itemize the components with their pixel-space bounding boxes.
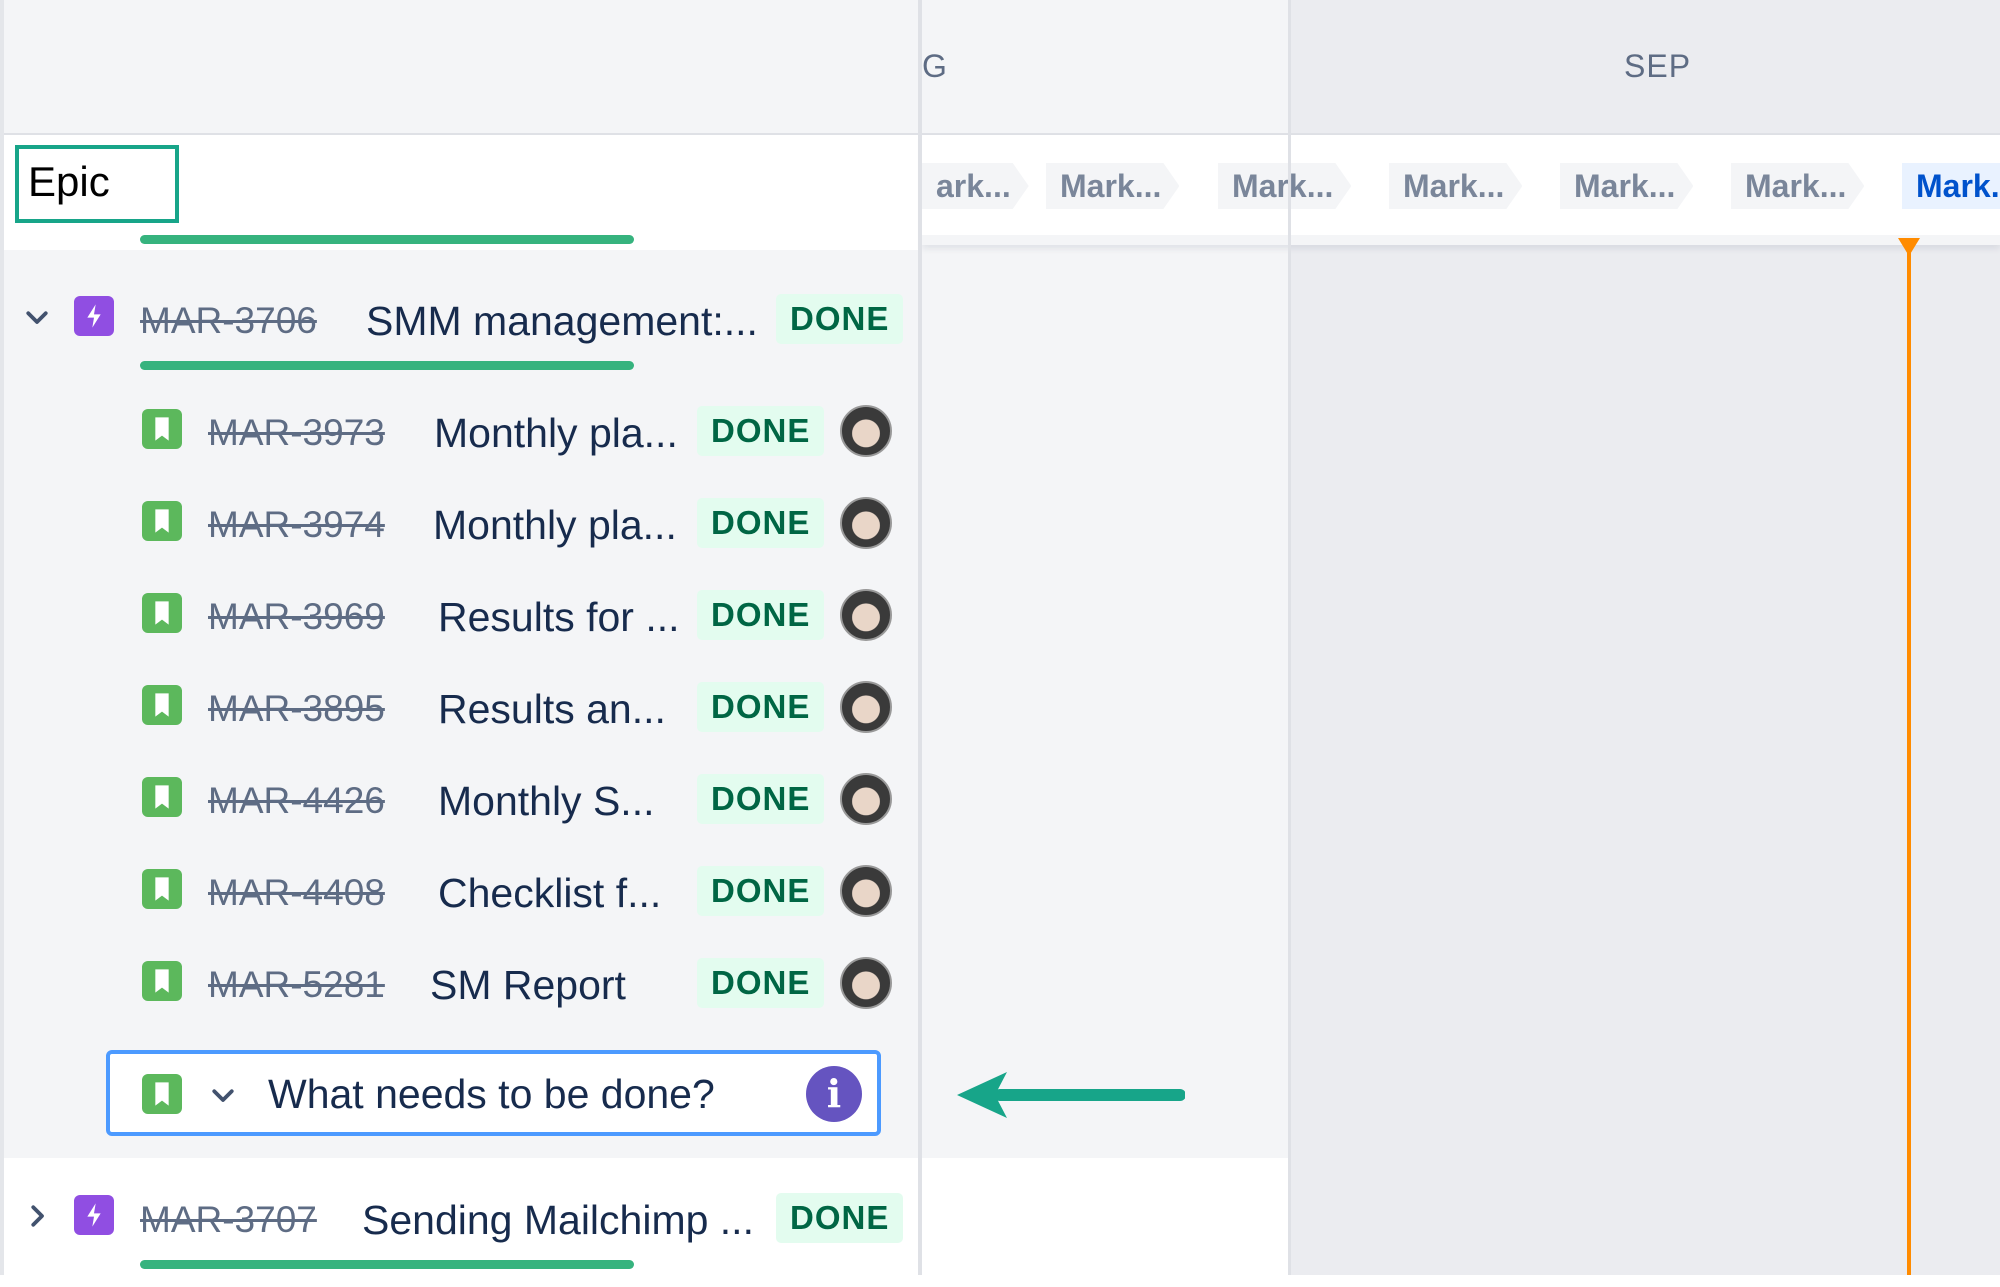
story-icon <box>142 869 182 909</box>
issue-title[interactable]: SMM management:... <box>366 298 766 345</box>
epic-row-mar-3706[interactable]: MAR-3706 SMM management:... DONE <box>0 278 918 388</box>
story-icon[interactable] <box>142 1074 182 1114</box>
status-badge[interactable]: DONE <box>697 406 825 456</box>
status-badge[interactable]: DONE <box>697 774 825 824</box>
chevron-right-icon[interactable] <box>22 1201 52 1231</box>
release-marker[interactable]: Mark... <box>1731 163 1864 209</box>
month-header-aug: G <box>922 0 1288 135</box>
list-header <box>0 0 918 135</box>
issue-key[interactable]: MAR-4408 <box>208 872 385 914</box>
release-marker[interactable]: ark... <box>922 163 1029 209</box>
issue-row-mar-4426[interactable]: MAR-4426 Monthly S... DONE <box>0 753 918 845</box>
status-badge[interactable]: DONE <box>776 1193 904 1243</box>
issue-title[interactable]: Results an... <box>438 686 690 733</box>
timeline-column-sep <box>1291 245 2000 1275</box>
issue-key[interactable]: MAR-3974 <box>208 504 385 546</box>
annotation-arrow-icon <box>957 1072 1185 1118</box>
panel-divider[interactable] <box>918 0 922 1275</box>
avatar[interactable] <box>840 865 892 917</box>
story-icon <box>142 501 182 541</box>
left-edge <box>0 0 4 1275</box>
issue-title[interactable]: Monthly pla... <box>434 410 690 457</box>
status-badge[interactable]: DONE <box>697 866 825 916</box>
epic-icon <box>74 296 114 336</box>
issue-row-mar-3974[interactable]: MAR-3974 Monthly pla... DONE <box>0 477 918 569</box>
month-label: G <box>922 48 948 84</box>
month-header-sep: SEP <box>1290 0 2000 135</box>
issue-key[interactable]: MAR-3969 <box>208 596 385 638</box>
story-icon <box>142 409 182 449</box>
avatar[interactable] <box>840 589 892 641</box>
avatar[interactable] <box>840 957 892 1009</box>
story-icon <box>142 777 182 817</box>
timeline-column-aug-lower <box>922 1158 1288 1275</box>
status-badge[interactable]: DONE <box>697 590 825 640</box>
release-marker[interactable]: Mark... <box>1560 163 1693 209</box>
issue-key[interactable]: MAR-3895 <box>208 688 385 730</box>
story-icon <box>142 593 182 633</box>
timeline-column-aug <box>922 245 1288 1158</box>
release-marker[interactable]: Mark... <box>1218 163 1351 209</box>
avatar[interactable] <box>840 497 892 549</box>
create-issue-field[interactable]: i <box>106 1050 881 1136</box>
issue-key[interactable]: MAR-5281 <box>208 964 385 1006</box>
epic-progress-bar-partial <box>140 235 634 244</box>
status-badge[interactable]: DONE <box>697 958 825 1008</box>
epic-icon <box>74 1195 114 1235</box>
info-icon[interactable]: i <box>806 1066 862 1122</box>
month-divider <box>1288 0 1291 1275</box>
avatar[interactable] <box>840 681 892 733</box>
issue-row-mar-3895[interactable]: MAR-3895 Results an... DONE <box>0 661 918 753</box>
issue-row-mar-3973[interactable]: MAR-3973 Monthly pla... DONE <box>0 385 918 477</box>
avatar[interactable] <box>840 773 892 825</box>
status-badge[interactable]: DONE <box>697 498 825 548</box>
issue-row-mar-4408[interactable]: MAR-4408 Checklist f... DONE <box>0 845 918 937</box>
issue-title[interactable]: Results for ... <box>438 594 690 641</box>
issue-title[interactable]: SM Report <box>430 962 690 1009</box>
epic-row-mar-3707[interactable]: MAR-3707 Sending Mailchimp ... DONE <box>0 1177 918 1287</box>
issue-title[interactable]: Checklist f... <box>438 870 690 917</box>
issue-title[interactable]: Monthly pla... <box>433 502 689 549</box>
story-icon <box>142 685 182 725</box>
issue-title[interactable]: Sending Mailchimp ... <box>362 1197 762 1244</box>
today-line <box>1907 245 1911 1275</box>
status-badge[interactable]: DONE <box>776 294 904 344</box>
avatar[interactable] <box>840 405 892 457</box>
release-marker[interactable]: Mark... <box>1046 163 1179 209</box>
story-icon <box>142 961 182 1001</box>
today-marker-icon <box>1898 238 1920 256</box>
issue-key[interactable]: MAR-4426 <box>208 780 385 822</box>
issue-summary-input[interactable] <box>266 1064 830 1124</box>
issue-row-mar-5281[interactable]: MAR-5281 SM Report DONE <box>0 937 918 1029</box>
chevron-down-icon[interactable] <box>22 302 52 332</box>
epic-progress-bar <box>140 1260 634 1269</box>
issue-row-mar-3969[interactable]: MAR-3969 Results for ... DONE <box>0 569 918 661</box>
status-badge[interactable]: DONE <box>697 682 825 732</box>
issue-key[interactable]: MAR-3973 <box>208 412 385 454</box>
epic-progress-bar <box>140 361 634 370</box>
issue-key[interactable]: MAR-3707 <box>140 1199 317 1241</box>
release-marker[interactable]: Mark... <box>1389 163 1522 209</box>
issue-key[interactable]: MAR-3706 <box>140 300 317 342</box>
chevron-down-icon[interactable] <box>208 1080 238 1110</box>
issue-title[interactable]: Monthly S... <box>438 778 690 825</box>
release-marker-current[interactable]: Mark... <box>1902 163 2000 209</box>
month-label: SEP <box>1624 48 1692 84</box>
epic-column-label: Epic <box>28 158 110 205</box>
